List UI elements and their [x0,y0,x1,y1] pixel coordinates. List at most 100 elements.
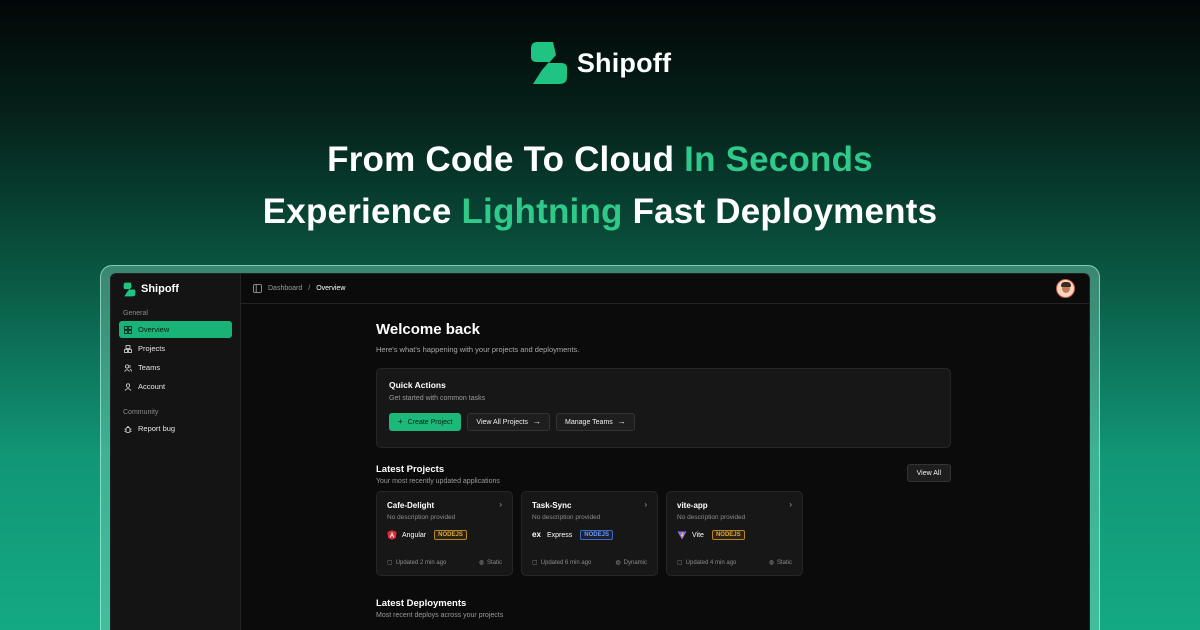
type-label: Static [776,559,792,566]
calendar-icon: ▢ [387,560,393,566]
calendar-icon: ▢ [532,560,538,566]
grid-icon [124,325,132,334]
breadcrumb-parent[interactable]: Dashboard [268,285,302,292]
boxes-icon [124,344,132,353]
button-label: View All [916,469,941,477]
button-label: Create Project [407,418,453,426]
sidebar-item-label: Account [138,382,166,391]
shipoff-logo-icon [123,282,136,296]
runtime-badge: NODEJS [711,530,745,540]
calendar-icon: ▢ [677,560,683,566]
updated-label: Updated 2 min ago [395,559,447,566]
manage-teams-button[interactable]: Manage Teams → [556,413,635,431]
breadcrumb-current: Overview [316,285,346,292]
arrow-right-icon: → [617,417,626,426]
project-card[interactable]: Cafe-Delight › No description provided A… [376,491,513,576]
latest-projects-subtitle: Your most recently updated applications [376,478,500,485]
page-subtitle: Here's what's happening with your projec… [376,345,580,354]
sidebar-item-label: Overview [138,325,170,334]
runtime-badge: NODEJS [434,530,467,540]
brand-header: Shipoff [0,40,1200,86]
sidebar-item-label: Teams [138,363,161,372]
chevron-right-icon: › [789,500,792,509]
project-card[interactable]: Task-Sync › No description provided ex E… [521,491,658,576]
project-description: No description provided [387,514,456,521]
express-icon: ex [532,530,541,539]
project-type: ◍ Dynamic [615,559,647,567]
headline: From Code To Cloud In Seconds Experience… [0,134,1200,238]
project-list: Cafe-Delight › No description provided A… [376,491,951,576]
sidebar-section-community: Community [123,409,159,416]
updated-time: ▢ Updated 2 min ago [387,559,447,567]
headline-text: From Code To Cloud [327,140,685,179]
view-all-button[interactable]: View All [906,464,951,482]
sidebar-item-report-bug[interactable]: Report bug [119,420,232,437]
latest-deployments-subtitle: Most recent deploys across your projects [376,612,504,619]
shipoff-logo-icon [530,42,567,84]
updated-label: Updated 6 min ago [540,559,592,566]
sidebar-item-teams[interactable]: Teams [119,359,232,376]
project-type: ◍ Static [478,559,502,567]
view-all-projects-button[interactable]: View All Projects → [467,413,551,431]
chevron-right-icon: › [499,500,502,509]
sidebar-item-label: Report bug [138,424,176,433]
updated-time: ▢ Updated 6 min ago [532,559,592,567]
project-name: Cafe-Delight [387,501,435,510]
project-card[interactable]: vite-app › No description provided Vite … [666,491,803,576]
button-label: Manage Teams [565,418,613,426]
headline-line-2: Experience Lightning Fast Deployments [0,186,1200,238]
breadcrumb-separator: / [308,285,311,292]
project-name: vite-app [677,501,708,510]
type-label: Static [486,559,502,566]
headline-line-1: From Code To Cloud In Seconds [0,134,1200,186]
arrow-right-icon: → [533,417,542,426]
latest-projects-title: Latest Projects [376,464,445,475]
project-description: No description provided [677,514,746,521]
topbar: Dashboard / Overview [241,274,1089,304]
sidebar: Shipoff General Overview Projects Teams … [111,274,241,630]
globe-icon: ◍ [768,560,774,566]
headline-accent: Lightning [461,192,623,231]
app-screen: Shipoff General Overview Projects Teams … [110,273,1090,630]
project-description: No description provided [532,514,601,521]
project-name: Task-Sync [532,501,572,510]
chevron-right-icon: › [644,500,647,509]
vite-icon [677,531,687,540]
sidebar-brand-name: Shipoff [141,283,179,295]
quick-actions-title: Quick Actions [389,380,446,390]
sidebar-item-account[interactable]: Account [119,378,232,395]
page-title: Welcome back [376,321,480,338]
sidebar-item-projects[interactable]: Projects [119,340,232,357]
framework-name: Angular [402,531,427,539]
create-project-button[interactable]: + Create Project [389,413,462,431]
runtime-badge: NODEJS [580,530,613,540]
sidebar-brand[interactable]: Shipoff [111,274,240,304]
project-type: ◍ Static [768,559,792,567]
updated-label: Updated 4 min ago [685,559,737,566]
brand-name: Shipoff [576,47,672,78]
quick-actions-subtitle: Get started with common tasks [389,395,486,402]
framework-name: Vite [692,531,704,539]
users-icon [124,363,132,372]
avatar[interactable] [1056,279,1075,298]
sidebar-section-general: General [123,310,148,317]
sidebar-toggle-icon[interactable] [253,284,262,293]
angular-icon [387,530,397,540]
type-label: Dynamic [623,559,647,566]
quick-actions-card: Quick Actions Get started with common ta… [376,368,951,448]
main-content: Welcome back Here's what's happening wit… [376,304,951,619]
headline-accent: In Seconds [684,140,873,179]
globe-icon: ◍ [615,560,621,566]
sidebar-item-label: Projects [138,344,166,353]
bug-icon [124,425,132,433]
button-label: View All Projects [476,418,529,426]
plus-icon: + [398,417,403,426]
sidebar-item-overview[interactable]: Overview [119,321,232,338]
updated-time: ▢ Updated 4 min ago [677,559,737,567]
globe-icon: ◍ [478,560,484,566]
headline-text: Fast Deployments [622,192,938,231]
latest-deployments-title: Latest Deployments [376,598,467,609]
user-icon [124,382,132,391]
headline-text: Experience [262,192,462,231]
framework-name: Express [547,531,573,539]
